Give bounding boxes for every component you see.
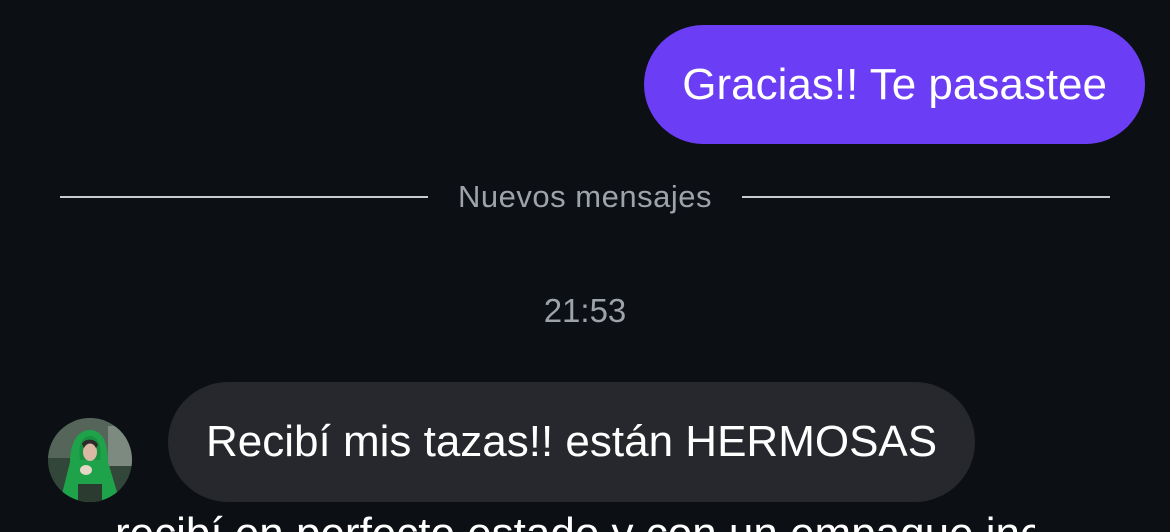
incoming-message-text: Recibí mis tazas!! están HERMOSAS [206,417,938,466]
divider-line-left [60,196,429,198]
incoming-message-bubble[interactable]: Recibí mis tazas!! están HERMOSAS [168,382,976,502]
contact-avatar[interactable] [48,418,132,502]
user-avatar-photo-icon [48,418,132,502]
new-messages-divider: Nuevos mensajes [60,172,1110,222]
divider-line-right [741,196,1110,198]
incoming-message-partial: recibí en perfecto estado y con un empaq… [115,512,1035,532]
message-timestamp: 21:53 [543,292,627,329]
divider-label: Nuevos mensajes [458,179,712,214]
outgoing-message-text: Gracias!! Te pasastee [682,60,1107,109]
incoming-message-partial-text: recibí en perfecto estado y con un empaq… [115,512,1035,532]
outgoing-message-bubble[interactable]: Gracias!! Te pasastee [644,25,1145,144]
chat-thread: Gracias!! Te pasastee Nuevos mensajes 21… [0,0,1170,532]
